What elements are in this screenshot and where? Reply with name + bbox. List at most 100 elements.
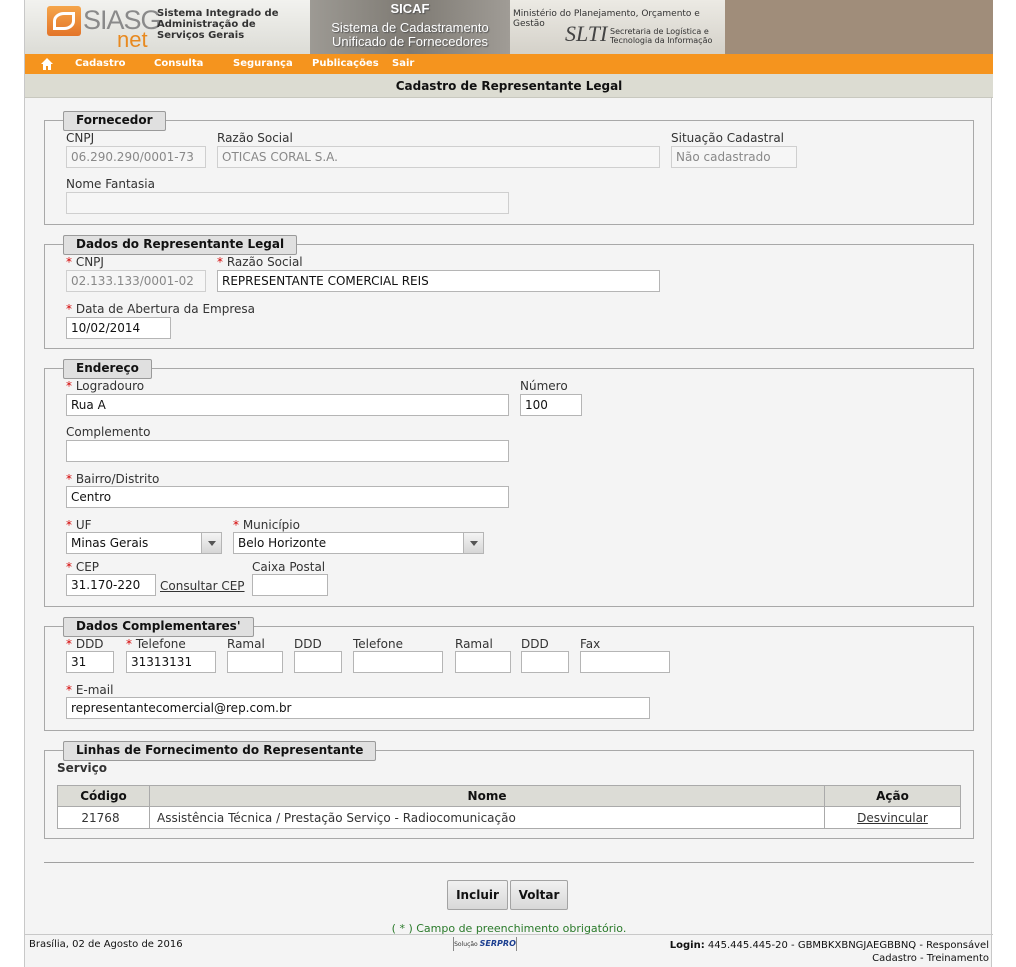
solucao-text: Solução — [454, 941, 478, 948]
complementares-legend: Dados Complementares' — [63, 617, 254, 637]
email-label: * E-mail — [66, 683, 114, 697]
municipio-dropdown-arrow-icon[interactable] — [463, 533, 483, 553]
serpro-text: SERPRO — [479, 939, 516, 948]
consultar-cep-link[interactable]: Consultar CEP — [160, 579, 245, 593]
rep-razao-social-label: * Razão Social — [217, 255, 303, 269]
telefone1-input[interactable]: 31313131 — [126, 651, 216, 673]
telefone2-input[interactable] — [353, 651, 443, 673]
slti-line-2: Tecnologia da Informação — [610, 36, 713, 45]
data-abertura-input[interactable]: 10/02/2014 — [66, 317, 171, 339]
telefone1-label: * Telefone — [126, 637, 186, 651]
municipio-label: * Município — [233, 518, 300, 532]
ramal2-label: Ramal — [455, 637, 493, 651]
endereco-section: Endereço * Logradouro Rua A Número 100 C… — [44, 359, 974, 607]
municipio-select[interactable]: Belo Horizonte — [233, 532, 484, 554]
ramal2-input[interactable] — [455, 651, 511, 673]
ddd3-input[interactable] — [521, 651, 569, 673]
linhas-section: Linhas de Fornecimento do Representante … — [44, 741, 974, 839]
menu-sair[interactable]: Sair — [392, 58, 414, 69]
uf-dropdown-arrow-icon[interactable] — [201, 533, 221, 553]
ddd2-label: DDD — [294, 637, 322, 651]
razao-social-label: Razão Social — [217, 131, 293, 145]
slti-logo: SLTI — [565, 21, 608, 46]
sicaf-banner: SICAF Sistema de Cadastramento Unificado… — [310, 0, 510, 54]
siasg-subtitle-1: Sistema Integrado de — [157, 8, 279, 19]
incluir-button[interactable]: Incluir — [447, 880, 508, 910]
menu-cadastro[interactable]: Cadastro — [75, 58, 126, 69]
ddd1-label: * DDD — [66, 637, 104, 651]
siasg-logo-icon — [47, 6, 81, 36]
fornecedor-razao-social-field[interactable]: OTICAS CORAL S.A. — [217, 146, 660, 168]
rep-cnpj-field[interactable]: 02.133.133/0001-02 — [66, 270, 206, 292]
sicaf-title: SICAF — [390, 1, 430, 16]
cnpj-label: CNPJ — [66, 131, 95, 145]
divider — [44, 862, 974, 863]
complemento-input[interactable] — [66, 440, 509, 462]
table-row: 21768 Assistência Técnica / Prestação Se… — [57, 806, 961, 829]
cep-input[interactable]: 31.170-220 — [66, 574, 156, 596]
col-codigo-header: Código — [57, 785, 150, 807]
serpro-logo: Solução SERPRO — [453, 937, 517, 951]
voltar-button[interactable]: Voltar — [510, 880, 568, 910]
login-label: Login: — [669, 940, 705, 951]
row-codigo: 21768 — [57, 806, 150, 829]
header-banner: SIASG net Sistema Integrado de Administr… — [25, 0, 993, 54]
caixa-postal-label: Caixa Postal — [252, 560, 326, 574]
nome-fantasia-field[interactable] — [66, 192, 509, 214]
email-input[interactable]: representantecomercial@rep.com.br — [66, 697, 650, 719]
siasg-subtitle-3: Serviços Gerais — [157, 30, 245, 41]
home-icon[interactable] — [40, 57, 54, 71]
menu-seguranca[interactable]: Segurança — [233, 58, 293, 69]
login-role: Cadastro - Treinamento — [872, 953, 989, 964]
login-info: Login: 445.445.445-20 - GBMBKXBNGJAEGBBN… — [670, 939, 989, 965]
fax-label: Fax — [580, 637, 601, 651]
col-acao-header: Ação — [824, 785, 961, 807]
ddd2-input[interactable] — [294, 651, 342, 673]
fornecedor-cnpj-field[interactable]: 06.290.290/0001-73 — [66, 146, 206, 168]
fornecedor-legend: Fornecedor — [63, 111, 166, 131]
ddd3-label: DDD — [521, 637, 549, 651]
table-header-row: Código Nome Ação — [57, 785, 961, 807]
fax-input[interactable] — [580, 651, 670, 673]
page-title: Cadastro de Representante Legal — [25, 74, 993, 98]
ministerio-area: Ministério do Planejamento, Orçamento e … — [510, 0, 725, 54]
numero-label: Número — [520, 379, 568, 393]
numero-input[interactable]: 100 — [520, 394, 582, 416]
siasg-subtitle-2: Administração de — [157, 19, 256, 30]
representante-section: Dados do Representante Legal * CNPJ 02.1… — [44, 235, 974, 349]
representante-legend: Dados do Representante Legal — [63, 235, 298, 255]
col-nome-header: Nome — [149, 785, 825, 807]
cep-label: * CEP — [66, 560, 100, 574]
login-value: 445.445.445-20 - GBMBKXBNGJAEGBBNQ - Res… — [707, 940, 989, 951]
row-acao-cell: Desvincular — [824, 806, 961, 829]
menu-publicacoes[interactable]: Publicações — [312, 58, 379, 69]
caixa-postal-input[interactable] — [252, 574, 328, 596]
ministerio-text: Ministério do Planejamento, Orçamento e … — [513, 9, 700, 29]
complementares-section: Dados Complementares' * DDD 31 * Telefon… — [44, 617, 974, 731]
telefone2-label: Telefone — [353, 637, 403, 651]
complemento-label: Complemento — [66, 425, 151, 439]
slti-line-1: Secretaria de Logística e — [610, 27, 709, 36]
uf-select[interactable]: Minas Gerais — [66, 532, 222, 554]
sicaf-line-2: Unificado de Fornecedores — [331, 34, 489, 49]
bairro-label: * Bairro/Distrito — [66, 472, 160, 486]
sicaf-line-1: Sistema de Cadastramento — [331, 20, 489, 35]
situacao-cadastral-label: Situação Cadastral — [671, 131, 785, 145]
logradouro-input[interactable]: Rua A — [66, 394, 509, 416]
menu-consulta[interactable]: Consulta — [154, 58, 203, 69]
uf-label: * UF — [66, 518, 92, 532]
footer-date: Brasília, 02 de Agosto de 2016 — [29, 939, 183, 950]
bairro-input[interactable]: Centro — [66, 486, 509, 508]
situacao-cadastral-field[interactable]: Não cadastrado — [671, 146, 797, 168]
main-menu: Cadastro Consulta Segurança Publicações … — [25, 54, 993, 74]
rep-cnpj-label: * CNPJ — [66, 255, 104, 269]
row-nome: Assistência Técnica / Prestação Serviço … — [149, 806, 825, 829]
ramal1-input[interactable] — [227, 651, 283, 673]
ddd1-input[interactable]: 31 — [66, 651, 114, 673]
logo-net-text: net — [117, 27, 148, 52]
fornecedor-section: Fornecedor CNPJ 06.290.290/0001-73 Razão… — [44, 111, 974, 225]
rep-razao-social-input[interactable]: REPRESENTANTE COMERCIAL REIS — [217, 270, 660, 292]
desvincular-link[interactable]: Desvincular — [857, 811, 928, 825]
logradouro-label: * Logradouro — [66, 379, 145, 393]
servico-table: Código Nome Ação 21768 Assistência Técni… — [57, 785, 961, 829]
